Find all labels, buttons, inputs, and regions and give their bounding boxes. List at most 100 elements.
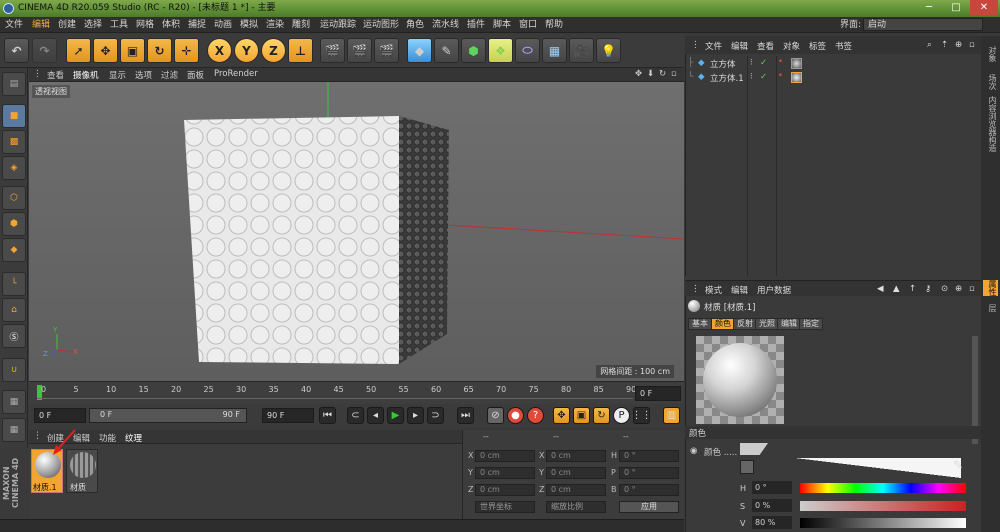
prev-frame-button[interactable]: ◂ — [367, 407, 384, 424]
menu-character[interactable]: 角色 — [406, 19, 424, 31]
light-button[interactable]: 💡 — [596, 38, 621, 63]
layer-dots-icon[interactable]: ⁝ — [750, 72, 753, 82]
layout-select[interactable]: 启动 — [863, 18, 983, 31]
axis-mode-button[interactable]: └ — [2, 272, 26, 296]
range-slider[interactable]: 0 F 90 F — [89, 408, 247, 423]
current-frame-field[interactable]: 0 F — [635, 386, 681, 401]
menu-help[interactable]: 帮助 — [545, 19, 563, 31]
redo-button[interactable]: ↷ — [32, 38, 57, 63]
obj-menu-object[interactable]: 对象 — [783, 40, 800, 52]
color-mode-icon[interactable] — [740, 460, 754, 474]
obj-menu-edit[interactable]: 编辑 — [731, 40, 748, 52]
material-preview[interactable] — [696, 336, 784, 424]
attr-menu-user-data[interactable]: 用户数据 — [757, 284, 791, 296]
visibility-dots-icon[interactable]: • — [778, 57, 783, 67]
solo-button[interactable]: Ⓢ — [2, 324, 26, 348]
move-tool-button[interactable]: ✥ — [93, 38, 118, 63]
vp-menu-view[interactable]: 查看 — [47, 69, 64, 81]
obj-menu-file[interactable]: 文件 — [705, 40, 722, 52]
timeline-ruler[interactable]: 0 5 10 15 20 25 30 35 40 45 50 55 60 65 70 75 80 85 90 0 F — [29, 381, 684, 404]
menu-mesh[interactable]: 网格 — [136, 19, 154, 31]
polygons-mode-button[interactable]: ◆ — [2, 238, 26, 262]
h-field[interactable]: 0 ° — [752, 481, 792, 494]
color-radio-icon[interactable]: ◉ — [690, 446, 697, 456]
attr-tab-illumination[interactable]: 光照 — [755, 318, 779, 330]
attr-tab-basic[interactable]: 基本 — [688, 318, 712, 330]
obj-pan-icon[interactable]: ⊕ — [955, 40, 962, 50]
attr-menu-edit[interactable]: 编辑 — [731, 284, 748, 296]
minimize-button[interactable]: ─ — [916, 0, 942, 15]
attr-back-icon[interactable]: ◀ — [877, 284, 884, 294]
rotate-tool-button[interactable]: ↻ — [147, 38, 172, 63]
maximize-button[interactable]: □ — [943, 0, 969, 15]
goto-end-button[interactable]: ⏭ — [457, 407, 474, 424]
obj-menu-bookmarks[interactable]: 书签 — [835, 40, 852, 52]
obj-menu-view[interactable]: 查看 — [757, 40, 774, 52]
menu-file[interactable]: 文件 — [5, 19, 23, 31]
coord-rot-h-field[interactable]: 0 ° — [619, 450, 679, 462]
rtab-layers[interactable]: 层 — [983, 304, 998, 312]
menu-pipeline[interactable]: 流水线 — [432, 19, 459, 31]
attr-tab-editor[interactable]: 编辑 — [777, 318, 801, 330]
timeline-window-button[interactable]: ▥ — [663, 407, 680, 424]
hue-slider[interactable] — [800, 483, 966, 493]
floor-button[interactable]: ▦ — [542, 38, 567, 63]
cube-object-button[interactable]: ◆ — [407, 38, 432, 63]
array-generator-button[interactable]: ❖ — [488, 38, 513, 63]
vp-dolly-icon[interactable]: ⬇ — [647, 69, 654, 79]
key-rotation-button[interactable]: ↻ — [593, 407, 610, 424]
coord-pos-z-field[interactable]: 0 cm — [475, 484, 535, 496]
bend-deformer-button[interactable]: ⬭ — [515, 38, 540, 63]
obj-drag-handle[interactable]: ⋮ — [691, 40, 700, 50]
menu-script[interactable]: 脚本 — [493, 19, 511, 31]
menu-select[interactable]: 选择 — [84, 19, 102, 31]
play-button[interactable]: ▶ — [387, 407, 404, 424]
end-frame-field[interactable]: 90 F — [262, 408, 314, 423]
eyedropper-icon[interactable]: ✎ — [953, 458, 963, 472]
attr-tab-assignment[interactable]: 指定 — [799, 318, 823, 330]
mat-menu-function[interactable]: 功能 — [99, 432, 116, 444]
render-view-button[interactable]: 🎬 — [320, 38, 345, 63]
attr-tab-color[interactable]: 颜色 — [711, 318, 735, 330]
rtab-content-browser[interactable]: 内容浏览器 — [983, 96, 998, 136]
enabled-check-icon[interactable]: ✓ — [760, 58, 767, 68]
render-to-picture-viewer-button[interactable]: 🎬 — [347, 38, 372, 63]
z-axis-lock-button[interactable]: Z — [261, 38, 286, 63]
scale-mode-select[interactable]: 缩放比例 — [546, 501, 606, 513]
vp-menu-filter[interactable]: 过滤 — [161, 69, 178, 81]
attr-new-window-icon[interactable]: ⊙ — [941, 284, 948, 294]
s-field[interactable]: 0 % — [752, 499, 792, 512]
rtab-structure[interactable]: 构造 — [983, 136, 998, 152]
object-row-cube[interactable]: ├ ◆ 立方体 ⁝ ✓ • — [688, 57, 978, 71]
tweak-mode-button[interactable]: ⌂ — [2, 298, 26, 322]
perspective-viewport[interactable]: 透视视图 Y Z X 网格间距 : 100 cm — [29, 82, 684, 381]
select-tool-button[interactable]: ➚ — [66, 38, 91, 63]
coord-size-y-field[interactable]: 0 cm — [546, 467, 606, 479]
autokey-button[interactable]: ● — [507, 407, 524, 424]
vp-menu-panel[interactable]: 面板 — [187, 69, 204, 81]
vp-menu-camera[interactable]: 摄像机 — [73, 69, 99, 81]
edges-mode-button[interactable]: ⬢ — [2, 212, 26, 236]
attr-up-arrow-icon[interactable]: ↑ — [909, 284, 916, 294]
menu-motion-tracking[interactable]: 运动跟踪 — [320, 19, 356, 31]
vp-maximize-icon[interactable]: ▫ — [671, 69, 677, 79]
layer-dots-icon[interactable]: ⁝ — [750, 58, 753, 68]
material-tag-icon[interactable] — [791, 72, 802, 83]
color-wedge[interactable] — [795, 458, 961, 478]
key-position-button[interactable]: ✥ — [553, 407, 570, 424]
y-axis-lock-button[interactable]: Y — [234, 38, 259, 63]
key-parameter-button[interactable]: P — [613, 407, 630, 424]
menu-window[interactable]: 窗口 — [519, 19, 537, 31]
menu-edit[interactable]: 编辑 — [32, 19, 50, 31]
attr-tab-reflectance[interactable]: 反射 — [733, 318, 757, 330]
key-pla-button[interactable]: ⋮⋮ — [632, 407, 652, 424]
make-editable-button[interactable]: ▤ — [2, 72, 26, 96]
keyframe-selection-button[interactable]: ? — [527, 407, 544, 424]
workplane-mode-button[interactable]: ◈ — [2, 156, 26, 180]
goto-start-button[interactable]: ⏮ — [319, 407, 336, 424]
enabled-check-icon[interactable]: ✓ — [760, 72, 767, 82]
obj-arrow-up-icon[interactable]: ⇡ — [941, 40, 948, 50]
menu-sculpt[interactable]: 雕刻 — [292, 19, 310, 31]
object-row-cube-1[interactable]: └ ◆ 立方体.1 ⁝ ✓ • — [688, 71, 978, 85]
vp-pan-icon[interactable]: ✥ — [635, 69, 642, 79]
